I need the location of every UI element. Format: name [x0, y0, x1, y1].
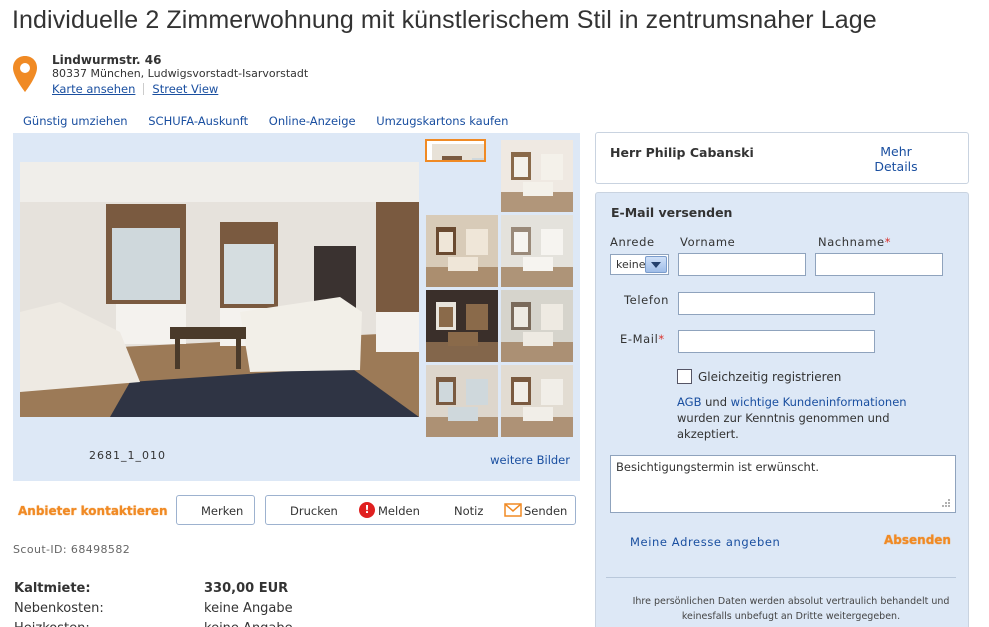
firstname-input[interactable] — [678, 253, 806, 276]
photo-thumbnail[interactable] — [501, 365, 573, 437]
submit-button[interactable]: Absenden — [884, 533, 951, 547]
phone-input[interactable] — [678, 292, 875, 315]
nav-schufa-auskunft[interactable]: SCHUFA-Auskunft — [148, 114, 248, 128]
message-text: Besichtigungstermin ist erwünscht. — [616, 460, 819, 474]
envelope-icon — [504, 503, 522, 517]
form-title: E-Mail versenden — [611, 205, 733, 220]
report-button[interactable]: Melden — [378, 504, 420, 518]
send-button[interactable]: Senden — [524, 504, 567, 518]
cost-value: 330,00 EUR — [204, 581, 289, 596]
photo-thumbnail[interactable] — [425, 139, 486, 162]
photo-thumbnail[interactable] — [501, 140, 573, 212]
agb-link[interactable]: AGB — [677, 395, 701, 409]
email-label: E-Mail* — [620, 332, 665, 346]
divider — [606, 577, 956, 578]
address-block: Lindwurmstr. 46 80337 München, Ludwigsvo… — [52, 53, 308, 96]
nav-guenstig-umziehen[interactable]: Günstig umziehen — [23, 114, 128, 128]
agb-and: und — [705, 395, 728, 409]
lastname-label: Nachname* — [818, 235, 892, 249]
chevron-down-icon — [645, 256, 667, 273]
cost-value: keine Angabe — [204, 619, 293, 627]
photo-thumbnail[interactable] — [501, 215, 573, 287]
map-link[interactable]: Karte ansehen — [52, 82, 135, 96]
cost-label: Nebenkosten: — [14, 601, 104, 616]
salutation-label: Anrede — [610, 235, 655, 249]
terms-text: AGB und wichtige Kundeninformationen wur… — [677, 394, 947, 442]
photo-gallery: 2681_1_010 weitere Bilder — [13, 133, 580, 481]
agent-name: Herr Philip Cabanski — [610, 145, 754, 160]
agent-card: Herr Philip Cabanski Mehr Details — [595, 132, 969, 184]
register-checkbox[interactable] — [677, 369, 692, 384]
print-button[interactable]: Drucken — [290, 504, 338, 518]
photo-thumbnail[interactable] — [501, 290, 573, 362]
nav-umzugskartons[interactable]: Umzugskartons kaufen — [376, 114, 508, 128]
address-street: Lindwurmstr. 46 — [52, 53, 162, 67]
photo-thumbnail[interactable] — [426, 290, 498, 362]
agb-rest: wurden zur Kenntnis genommen und akzepti… — [677, 411, 890, 441]
contact-provider-link[interactable]: Anbieter kontaktieren — [18, 504, 168, 518]
link-divider — [143, 83, 145, 95]
customer-info-link[interactable]: wichtige Kundeninformationen — [731, 395, 907, 409]
nav-online-anzeige[interactable]: Online-Anzeige — [269, 114, 356, 128]
message-textarea[interactable]: Besichtigungstermin ist erwünscht. — [610, 455, 956, 513]
lastname-input[interactable] — [815, 253, 943, 276]
photo-thumbnail[interactable] — [426, 215, 498, 287]
cost-label: Kaltmiete: — [14, 581, 91, 596]
photo-thumbnail[interactable] — [426, 365, 498, 437]
street-view-link[interactable]: Street View — [152, 82, 218, 96]
location-pin-icon — [13, 56, 37, 92]
action-button-group: Drucken ! Melden Notiz Senden — [265, 495, 576, 525]
salutation-value: keine — [616, 258, 646, 271]
contact-form: E-Mail versenden Anrede Vorname Nachname… — [595, 192, 969, 627]
address-city: 80337 München, Ludwigsvorstadt-Isarvorst… — [52, 67, 309, 80]
more-photos-link[interactable]: weitere Bilder — [490, 453, 570, 467]
provide-address-link[interactable]: Meine Adresse angeben — [630, 535, 780, 549]
privacy-note: Ihre persönlichen Daten werden absolut v… — [632, 596, 950, 622]
salutation-select[interactable]: keine — [610, 254, 669, 275]
more-details-link[interactable]: Mehr Details — [866, 144, 926, 174]
required-mark: * — [884, 235, 892, 249]
register-label: Gleichzeitig registrieren — [698, 370, 842, 384]
required-mark: * — [658, 332, 665, 346]
cost-value: keine Angabe — [204, 601, 293, 616]
scout-id: Scout-ID: 68498582 — [13, 543, 131, 556]
main-photo[interactable] — [20, 162, 419, 417]
remember-button[interactable]: Merken — [176, 495, 255, 525]
photo-caption: 2681_1_010 — [89, 449, 166, 462]
note-button[interactable]: Notiz — [454, 504, 483, 518]
phone-label: Telefon — [624, 293, 669, 307]
warning-icon: ! — [359, 502, 375, 518]
service-nav: Günstig umziehen SCHUFA-Auskunft Online-… — [23, 114, 525, 128]
firstname-label: Vorname — [680, 235, 736, 249]
cost-label: Heizkosten: — [14, 619, 90, 627]
page-title: Individuelle 2 Zimmerwohnung mit künstle… — [12, 6, 877, 34]
resize-grip-icon[interactable] — [941, 498, 951, 508]
email-input[interactable] — [678, 330, 875, 353]
